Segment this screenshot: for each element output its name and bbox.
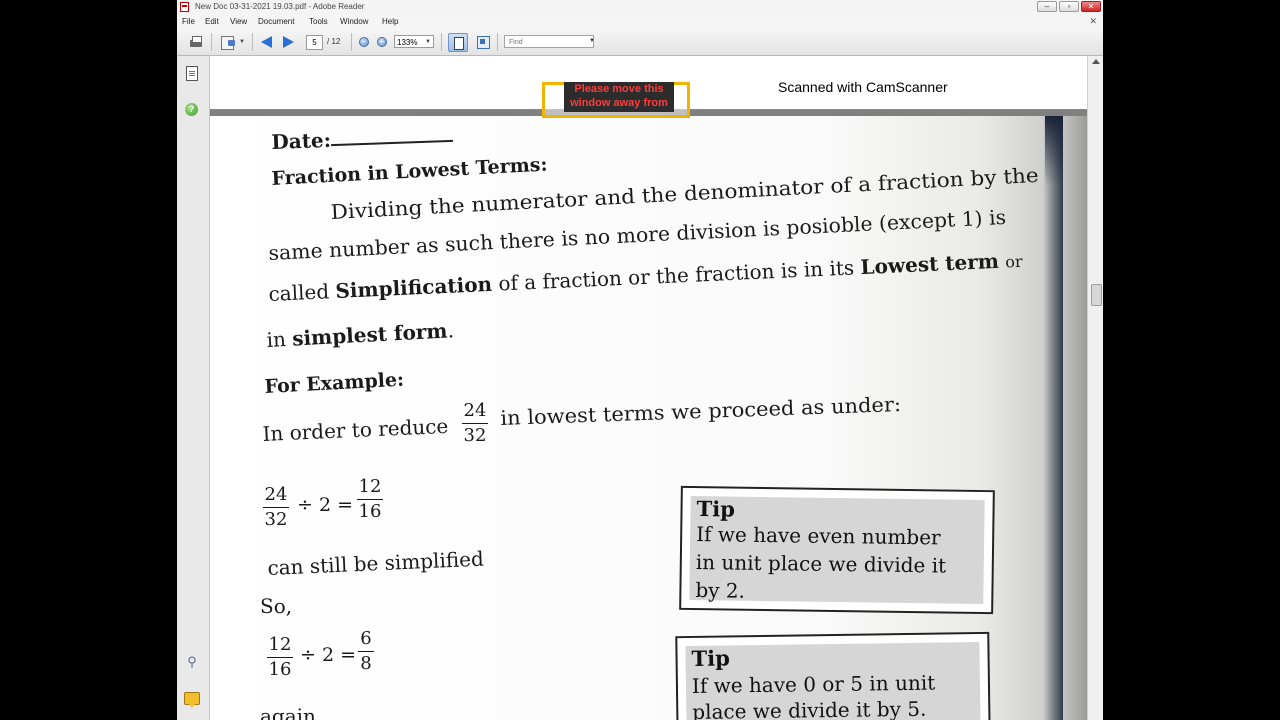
- reduce-text-start: In order to reduce: [262, 413, 449, 446]
- page-shadow-edge: [1043, 116, 1063, 720]
- tip-1-line-1: If we have even number: [696, 522, 941, 550]
- minimize-button[interactable]: –: [1037, 1, 1057, 12]
- page-shadow-corner: [1045, 116, 1063, 186]
- toolbar-separator: [497, 33, 498, 51]
- can-still-text: can still be simplified: [267, 546, 485, 580]
- attachments-icon[interactable]: ⚲: [185, 654, 199, 670]
- menu-bar: File Edit View Document Tools Window Hel…: [177, 15, 1103, 29]
- fraction-6-8: 68: [358, 628, 374, 675]
- tip-1-line-3: by 2.: [695, 578, 746, 603]
- print-icon[interactable]: [188, 34, 204, 50]
- tip-box-1-shading: Tip If we have even number in unit place…: [689, 495, 985, 605]
- tip-box-2-shading: Tip If we have 0 or 5 in unit place we d…: [685, 641, 981, 720]
- tip-box-1: Tip If we have even number in unit place…: [679, 485, 995, 615]
- fit-width-icon[interactable]: [475, 34, 491, 50]
- adobe-reader-window: New Doc 03-31-2021 19.03.pdf - Adobe Rea…: [177, 0, 1103, 720]
- tip-2-title: Tip: [691, 645, 731, 671]
- vertical-scrollbar[interactable]: [1087, 56, 1103, 720]
- tip-1-title: Tip: [696, 496, 736, 522]
- menu-view[interactable]: View: [230, 17, 247, 26]
- share-icon[interactable]: [220, 34, 236, 50]
- menu-document[interactable]: Document: [258, 17, 294, 26]
- navigation-pane: ? ⚲: [177, 56, 210, 720]
- scroll-up-icon[interactable]: [1092, 59, 1100, 64]
- toolbar-separator: [351, 33, 352, 51]
- next-page-icon[interactable]: [283, 36, 294, 48]
- comments-icon[interactable]: [184, 692, 200, 708]
- pdf-page-scan: Date: Fraction in Lowest Terms: Dividing…: [210, 116, 1087, 720]
- date-label: Date:: [271, 127, 332, 154]
- date-underline: [331, 139, 453, 147]
- zoom-out-icon[interactable]: −: [359, 37, 369, 47]
- menu-help[interactable]: Help: [382, 17, 398, 26]
- chevron-down-icon[interactable]: ▼: [239, 39, 245, 45]
- scrollbar-thumb[interactable]: [1091, 284, 1102, 306]
- title-bar: New Doc 03-31-2021 19.03.pdf - Adobe Rea…: [177, 0, 1103, 16]
- fraction-12-16: 12 16: [357, 476, 383, 522]
- page-number-input[interactable]: 5: [306, 35, 323, 50]
- chevron-down-icon: ▼: [425, 39, 431, 45]
- pages-icon[interactable]: [186, 66, 198, 81]
- menu-tools[interactable]: Tools: [309, 17, 328, 26]
- menu-edit[interactable]: Edit: [205, 17, 219, 26]
- toolbar-separator: [252, 33, 253, 51]
- window-title: New Doc 03-31-2021 19.03.pdf - Adobe Rea…: [195, 2, 365, 11]
- divide-by-two-2: ÷ 2 =: [300, 644, 357, 666]
- find-input[interactable]: Find: [504, 35, 594, 48]
- previous-page-icon[interactable]: [261, 36, 272, 48]
- divide-by-two-1: ÷ 2 =: [297, 494, 354, 516]
- menu-window[interactable]: Window: [340, 17, 368, 26]
- window-controls: – ▫ ✕: [1037, 1, 1101, 12]
- page-total: / 12: [327, 37, 341, 46]
- camscanner-watermark: Scanned with CamScanner: [778, 79, 948, 95]
- close-document-icon[interactable]: ✕: [1089, 16, 1097, 27]
- pdf-app-icon: [180, 2, 189, 12]
- fraction-24-32-step: 24 32: [263, 484, 289, 530]
- restore-button[interactable]: ▫: [1059, 1, 1079, 12]
- again-label: again: [260, 704, 316, 720]
- zoom-value: 133%: [397, 38, 418, 47]
- toolbar-separator: [441, 33, 442, 51]
- example-heading: For Example:: [264, 368, 405, 398]
- tip-2-line-1: If we have 0 or 5 in unit: [691, 670, 936, 698]
- so-label: So,: [260, 594, 293, 618]
- tip-box-2: Tip If we have 0 or 5 in unit place we d…: [675, 631, 991, 720]
- fit-page-icon[interactable]: [448, 33, 468, 52]
- chevron-down-icon[interactable]: ▼: [589, 38, 595, 44]
- toolbar-separator: [211, 33, 212, 51]
- fraction-12-16-step: 12 16: [267, 634, 293, 680]
- zoom-select[interactable]: 133% ▼: [394, 35, 434, 48]
- toolbar: ▼ 5 / 12 − + 133% ▼ Find ▼: [177, 29, 1103, 56]
- section-heading: Fraction in Lowest Terms:: [271, 153, 549, 190]
- paragraph-line-4: in simplest form.: [266, 318, 455, 352]
- reduce-text-end: in lowest terms we proceed as under:: [500, 392, 902, 430]
- menu-file[interactable]: File: [182, 17, 195, 26]
- tip-1-line-2: in unit place we divide it: [695, 550, 947, 578]
- tip-2-line-2: place we divide it by 5.: [692, 696, 927, 720]
- zoom-in-icon[interactable]: +: [377, 37, 387, 47]
- document-viewport[interactable]: Scanned with CamScanner Date: Fraction i…: [210, 56, 1087, 720]
- help-icon[interactable]: ?: [185, 103, 198, 116]
- close-window-button[interactable]: ✕: [1081, 1, 1101, 12]
- fraction-24-32: 24 32: [462, 400, 488, 446]
- overlay-warning-text: Please move this window away from: [564, 82, 674, 112]
